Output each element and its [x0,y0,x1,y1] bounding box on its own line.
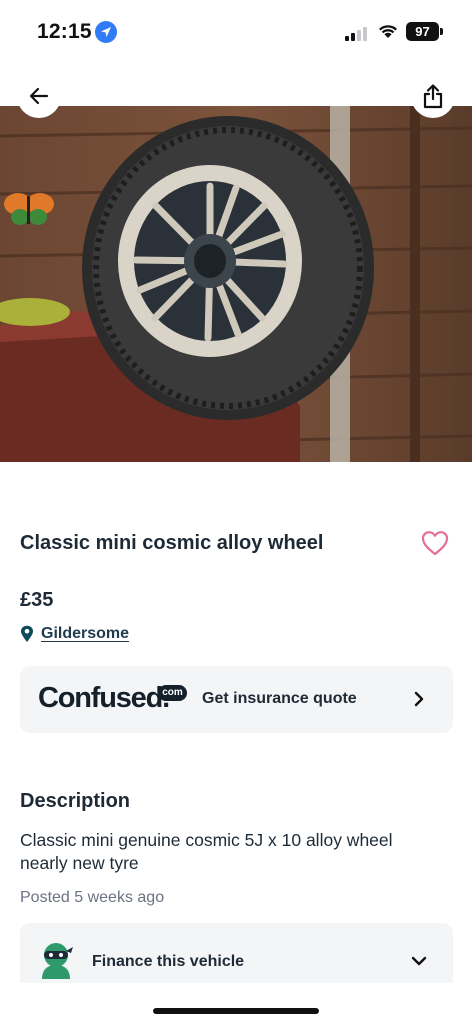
ninja-mascot-icon [42,943,73,979]
location-link[interactable]: Gildersome [41,625,129,643]
share-icon [423,84,443,109]
status-bar: 12:15 97 [0,0,472,64]
home-indicator [153,1008,319,1014]
listing-location[interactable]: Gildersome [20,625,129,643]
posted-time: Posted 5 weeks ago [20,889,165,906]
battery-tip [440,28,443,35]
description-heading: Description [20,790,131,812]
confused-logo-suffix: com [158,685,187,701]
arrow-left-icon [29,87,49,105]
battery-icon: 97 [406,22,439,41]
listing-price: £35 [20,589,54,611]
heart-outline-icon[interactable] [421,530,449,556]
chevron-down-icon [411,956,427,966]
finance-vehicle-card[interactable]: Finance this vehicle [20,923,453,983]
finance-label: Finance this vehicle [92,953,245,970]
description-body: Classic mini genuine cosmic 5J x 10 allo… [20,830,393,873]
map-pin-icon [21,625,33,642]
listing-title: Classic mini cosmic alloy wheel [20,532,324,554]
status-time: 12:15 [37,20,92,43]
wheel-photo[interactable] [0,106,472,462]
share-button[interactable] [411,74,455,118]
insurance-quote-card[interactable]: Confused. com Get insurance quote [20,666,453,733]
location-arrow-icon [95,21,117,43]
chevron-right-icon [414,691,424,707]
cellular-signal-icon [345,25,371,41]
insurance-cta-label: Get insurance quote [202,690,357,707]
back-button[interactable] [17,74,61,118]
wifi-icon [379,25,397,38]
confused-logo: Confused. [38,682,170,714]
